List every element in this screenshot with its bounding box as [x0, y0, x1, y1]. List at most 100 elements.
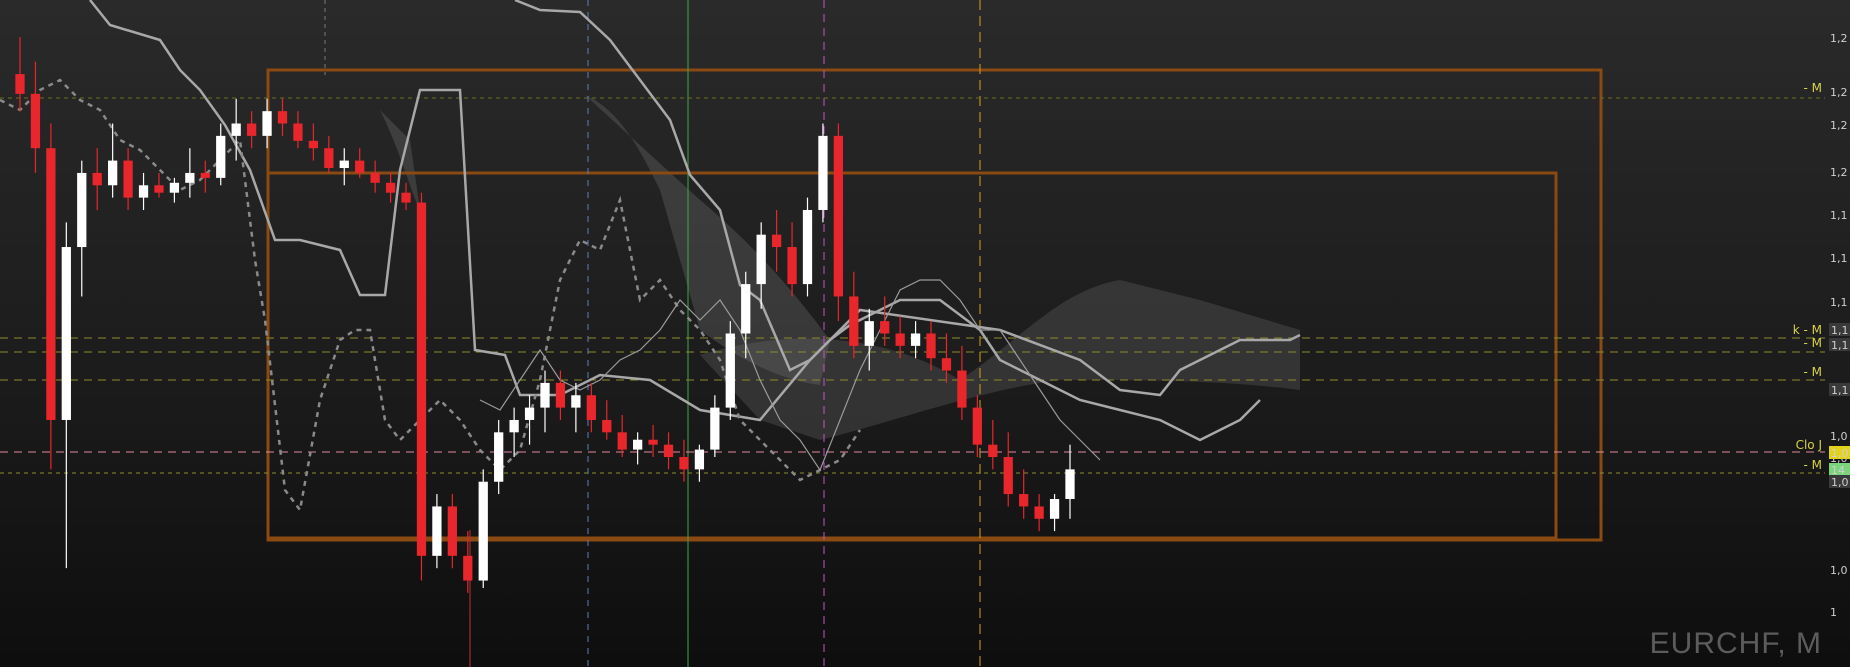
- candle-body: [77, 172, 87, 248]
- y-tick-label: 1,1: [1830, 296, 1848, 309]
- candle-body: [540, 382, 550, 408]
- level-label: k - M: [1793, 323, 1822, 337]
- candle: [555, 370, 566, 420]
- candle: [494, 419, 504, 495]
- candle-body: [401, 192, 411, 203]
- price-chart[interactable]: 1,21,21,21,21,11,11,11,11,11,01,01,01,01…: [0, 0, 1850, 667]
- candle-body: [92, 172, 102, 186]
- candle-body: [339, 160, 349, 168]
- candle: [308, 123, 319, 161]
- candle-body: [1034, 506, 1044, 519]
- y-tick-label: 1,0: [1830, 564, 1848, 577]
- price-tag: 1,1: [1829, 323, 1850, 337]
- candle-body: [741, 284, 751, 334]
- candle-body: [61, 247, 71, 420]
- chart-area[interactable]: 1,21,21,21,21,11,11,11,11,11,01,01,01,01…: [0, 0, 1850, 667]
- candle: [1019, 469, 1029, 519]
- level-label: Clo J: [1796, 438, 1822, 452]
- price-tag: 1,0: [1829, 475, 1850, 489]
- candle-body: [1049, 499, 1060, 519]
- candle-body: [246, 123, 257, 136]
- candle-body: [385, 182, 396, 193]
- candle-body: [138, 185, 149, 198]
- candle-body: [771, 234, 782, 248]
- candle: [169, 177, 180, 203]
- candle-body: [108, 160, 118, 186]
- candle-body: [308, 140, 319, 149]
- candle: [293, 111, 303, 149]
- candle-body: [694, 449, 705, 470]
- candle: [447, 494, 457, 569]
- cloud-area-left: [380, 110, 420, 210]
- candle-body: [293, 123, 303, 141]
- level-label: - M: [1804, 365, 1823, 379]
- candle-body: [957, 370, 967, 408]
- candle-body: [617, 432, 627, 450]
- candle: [663, 432, 674, 470]
- candle-body: [355, 160, 365, 173]
- y-tick-label: 1,1: [1830, 209, 1848, 222]
- candle-body: [46, 148, 56, 420]
- candle-body: [787, 247, 797, 285]
- price-tag: 1,0: [1829, 446, 1850, 460]
- candle: [571, 382, 581, 433]
- candle: [339, 148, 349, 186]
- candle-body: [972, 407, 982, 445]
- candle: [92, 148, 102, 210]
- candle: [1065, 444, 1075, 519]
- candle: [679, 439, 689, 482]
- candle-body: [1019, 494, 1029, 507]
- candle-body: [447, 506, 457, 556]
- candle-body: [524, 407, 535, 420]
- candle-body: [216, 135, 226, 178]
- candle-body: [416, 202, 427, 556]
- candle-body: [818, 135, 828, 210]
- candle: [61, 222, 71, 569]
- y-tick-label: 1,2: [1830, 166, 1848, 179]
- level-label: - M: [1804, 336, 1823, 350]
- price-tag-text: 1,1: [1831, 339, 1849, 352]
- candle: [818, 123, 828, 223]
- candle-body: [432, 506, 442, 556]
- price-tag: 14: [1829, 463, 1850, 477]
- candle: [833, 123, 844, 322]
- candle-body: [185, 172, 195, 183]
- candle-body: [880, 321, 890, 334]
- candle: [910, 321, 921, 359]
- price-tag-text: 1,0: [1831, 476, 1849, 489]
- analysis-box-inner: [266, 171, 1558, 540]
- candle: [849, 271, 859, 359]
- candle-body: [15, 74, 25, 94]
- y-tick-label: 1,0: [1830, 430, 1848, 443]
- candle: [246, 111, 257, 149]
- candle-body: [494, 432, 504, 482]
- candle-body: [833, 135, 844, 297]
- candle-body: [633, 439, 643, 450]
- candle: [432, 494, 442, 569]
- candle-body: [756, 234, 766, 285]
- candle: [802, 197, 813, 297]
- price-tag-text: 1,1: [1831, 384, 1849, 397]
- price-tag: 1,1: [1829, 338, 1850, 352]
- candle: [262, 98, 272, 149]
- candle: [138, 172, 149, 210]
- candle-body: [802, 209, 813, 285]
- candle: [277, 98, 288, 136]
- candle: [524, 395, 535, 445]
- candle-body: [169, 182, 180, 193]
- candle-body: [262, 111, 272, 136]
- candle: [401, 182, 411, 210]
- candle-body: [509, 419, 519, 433]
- y-tick-label: 1,2: [1830, 32, 1848, 45]
- candle: [633, 432, 643, 465]
- y-tick-label: 1: [1830, 606, 1837, 619]
- candle: [185, 148, 195, 198]
- candle: [509, 407, 519, 458]
- candle: [787, 222, 797, 297]
- y-tick-label: 1,2: [1830, 86, 1848, 99]
- candle: [1049, 494, 1060, 532]
- analysis-box-outer: [266, 68, 1603, 542]
- candle: [1003, 432, 1013, 507]
- candle-body: [30, 93, 41, 149]
- candle-body: [571, 395, 581, 408]
